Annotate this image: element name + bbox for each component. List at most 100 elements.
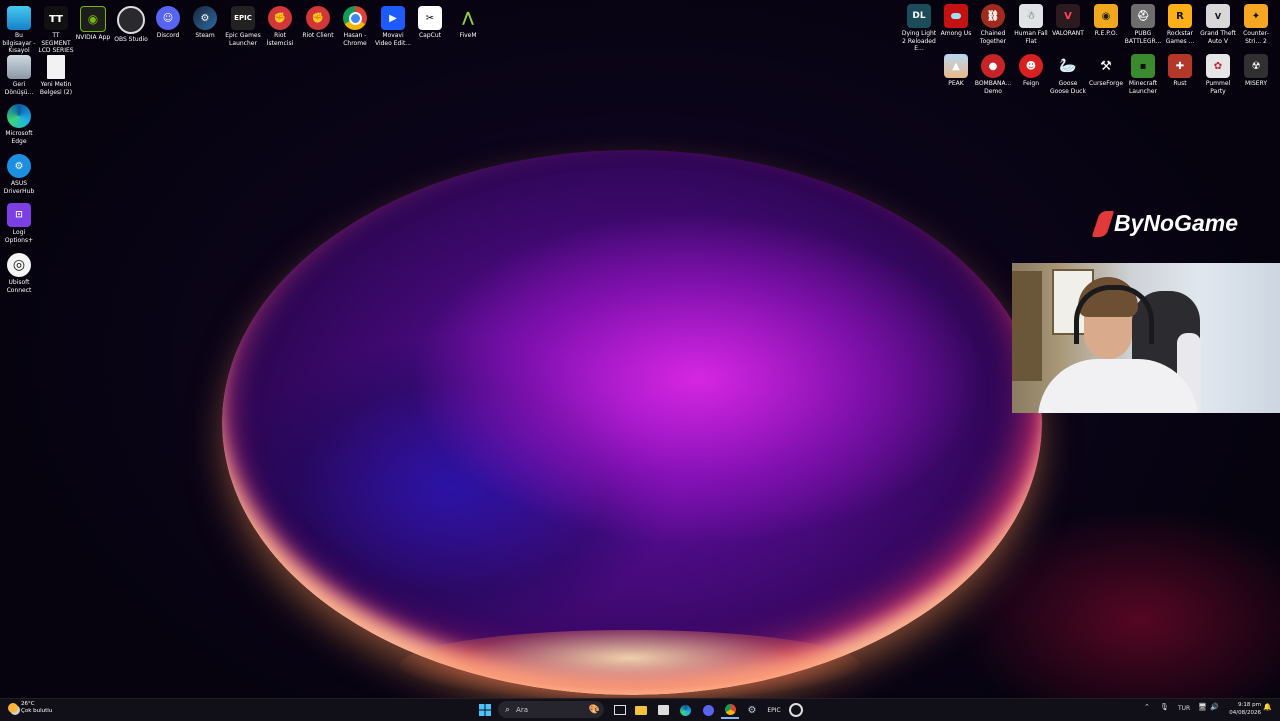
desktop-icon-feign[interactable]: ☻ Feign (1012, 54, 1050, 88)
desktop-icon-goose-goose-duck[interactable]: 🦢 Goose Goose Duck (1049, 54, 1087, 95)
desktop-icon-riot-istemcisi[interactable]: ✊ Riot İstemcisi (261, 6, 299, 47)
language-indicator[interactable]: TUR (1178, 705, 1190, 712)
desktop-icon-rockstar[interactable]: R Rockstar Games ... (1161, 4, 1199, 45)
feign-icon: ☻ (1019, 54, 1043, 78)
desktop-icon-this-pc[interactable]: Bu bilgisayar - Kısayol (0, 6, 38, 55)
counter-strike-icon: ✦ (1244, 4, 1268, 28)
notification-bell-icon[interactable]: 🔔 (1263, 703, 1272, 711)
taskbar-search[interactable]: ⌕ Ara 🎨 (498, 701, 604, 718)
desktop-icon-steam[interactable]: ⚙ Steam (186, 6, 224, 40)
goose-icon: 🦢 (1059, 58, 1077, 74)
curseforge-icon: ⚒ (1100, 58, 1112, 74)
desktop-icon-human-fall-flat[interactable]: ☃ Human Fall Flat (1012, 4, 1050, 45)
desktop-icon-valorant[interactable]: V VALORANT (1049, 4, 1087, 38)
desktop-icon-rust[interactable]: ✚ Rust (1161, 54, 1199, 88)
wallpaper-glow (400, 630, 860, 700)
webcam-overlay (1012, 263, 1280, 413)
pubg-icon: ⛑ (1131, 4, 1155, 28)
epic-games-icon: EPIC (231, 6, 255, 30)
nvidia-icon: ◉ (80, 6, 106, 32)
desktop-icon-recycle-bin[interactable]: Geri Dönüşü... (0, 55, 38, 96)
desktop-icon-minecraft[interactable]: ▪ Minecraft Launcher (1124, 54, 1162, 95)
tray-overflow-chevron-icon[interactable]: ⌃ (1144, 703, 1150, 711)
taskbar-edge[interactable] (676, 701, 694, 719)
chained-together-icon: ⛓ (981, 4, 1005, 28)
taskbar-discord[interactable] (699, 701, 717, 719)
brand-logo-text: ByNoGame (1114, 210, 1238, 236)
rockstar-icon: R (1168, 4, 1192, 28)
desktop-icon-pummel-party[interactable]: ✿ Pummel Party (1199, 54, 1237, 95)
desktop-icon-nvidia[interactable]: ◉ NVIDIA App (74, 6, 112, 42)
taskbar-epic-games[interactable]: EPIC (765, 701, 783, 719)
desktop-icon-chained-together[interactable]: ⛓ Chained Together (974, 4, 1012, 45)
desktop-icon-asus[interactable]: ⚙ ASUS DriverHub (0, 154, 38, 195)
minecraft-icon: ▪ (1131, 54, 1155, 78)
rust-icon: ✚ (1168, 54, 1192, 78)
fivem-icon: ⋀ (462, 10, 474, 26)
edge-icon (7, 104, 31, 128)
desktop-icon-epic[interactable]: EPIC Epic Games Launcher (224, 6, 262, 47)
desktop-icon-bombana[interactable]: ● BOMBANA... Demo (974, 54, 1012, 95)
desktop-icon-among-us[interactable]: Among Us (937, 4, 975, 38)
riot-icon: ✊ (268, 6, 292, 30)
desktop-icon-obs[interactable]: OBS Studio (112, 6, 150, 44)
task-view-button[interactable] (611, 701, 629, 719)
desktop-icon-fivem[interactable]: ⋀ FiveM (449, 6, 487, 40)
desktop-icon-ubisoft[interactable]: ◎ Ubisoft Connect (0, 253, 38, 294)
tt-segment-icon: ᴛᴛ (44, 6, 68, 30)
taskbar-file-explorer[interactable] (632, 701, 650, 719)
desktop-icon-curseforge[interactable]: ⚒ CurseForge (1087, 54, 1125, 88)
desktop-icon-counter-strike[interactable]: ✦ Counter-Stri... 2 (1237, 4, 1275, 45)
weather-description: Çok bulutlu (21, 708, 53, 714)
asus-icon: ⚙ (7, 154, 31, 178)
start-button[interactable] (476, 701, 494, 719)
system-clock[interactable]: 9:18 pm 04/08/2026 (1221, 701, 1261, 717)
search-placeholder: Ara (516, 705, 529, 714)
folder-icon (635, 705, 647, 715)
volume-icon[interactable]: 🔊 (1210, 703, 1219, 711)
pummel-party-icon: ✿ (1206, 54, 1230, 78)
chrome-icon (724, 703, 736, 715)
taskbar-chrome[interactable] (721, 701, 739, 719)
valorant-icon: V (1056, 4, 1080, 28)
bombana-icon: ● (981, 54, 1005, 78)
capcut-icon: ✂ (418, 6, 442, 30)
network-icon[interactable]: 🖥 (1198, 703, 1207, 711)
text-document-icon (47, 55, 65, 79)
taskbar-store[interactable] (654, 701, 672, 719)
desktop-icon-riot-client[interactable]: ✊ Riot Client (299, 6, 337, 40)
weather-widget[interactable]: 26°C Çok bulutlu (8, 701, 52, 715)
desktop-icon-tt-segment[interactable]: ᴛᴛ TT SEGMENT LCD SERIES (37, 6, 75, 55)
peak-icon: ▲ (944, 54, 968, 78)
wallpaper-orb (222, 150, 1042, 695)
gta-icon: V (1206, 4, 1230, 28)
taskbar-steam[interactable]: ⚙ (743, 701, 761, 719)
human-fall-flat-icon: ☃ (1019, 4, 1043, 28)
desktop-icon-movavi[interactable]: ▶ Movavi Video Edit... (374, 6, 412, 47)
desktop-icon-logi[interactable]: ⊡ Logi Options+ (0, 203, 38, 244)
desktop-icon-edge[interactable]: Microsoft Edge (0, 104, 38, 145)
desktop-icon-discord[interactable]: ☺ Discord (149, 6, 187, 40)
logi-icon: ⊡ (7, 203, 31, 227)
microphone-icon[interactable]: 🎙 (1160, 703, 1169, 711)
windows-icon (479, 704, 491, 716)
store-icon (657, 705, 669, 715)
desktop-icon-repo[interactable]: ◉ R.E.P.O. (1087, 4, 1125, 38)
clock-time: 9:18 pm (1238, 702, 1261, 708)
desktop-icon-chrome[interactable]: Hasan - Chrome (336, 6, 374, 47)
steam-icon: ⚙ (747, 704, 757, 716)
desktop-icon-misery[interactable]: ☢ MISERY (1237, 54, 1275, 88)
riot-icon: ✊ (306, 6, 330, 30)
desktop-icon-dying-light[interactable]: DL Dying Light 2 Reloaded E... (899, 4, 939, 53)
ubisoft-icon: ◎ (7, 253, 31, 277)
desktop-icon-text-document[interactable]: Yeni Metin Belgesi (2) (37, 55, 75, 96)
desktop-icon-pubg[interactable]: ⛑ PUBG BATTLEGR... (1124, 4, 1162, 45)
desktop-icon-capcut[interactable]: ✂ CapCut (411, 6, 449, 40)
desktop-icon-peak[interactable]: ▲ PEAK (937, 54, 975, 88)
computer-icon (7, 6, 31, 30)
epic-games-icon: EPIC (767, 706, 781, 714)
brand-logo: ByNoGame (1091, 210, 1238, 237)
taskbar-obs[interactable] (787, 701, 805, 719)
taskbar: 26°C Çok bulutlu ⌕ Ara 🎨 ⚙ EPIC ⌃ 🎙 TUR … (0, 698, 1280, 721)
desktop-icon-gta[interactable]: V Grand Theft Auto V (1199, 4, 1237, 45)
